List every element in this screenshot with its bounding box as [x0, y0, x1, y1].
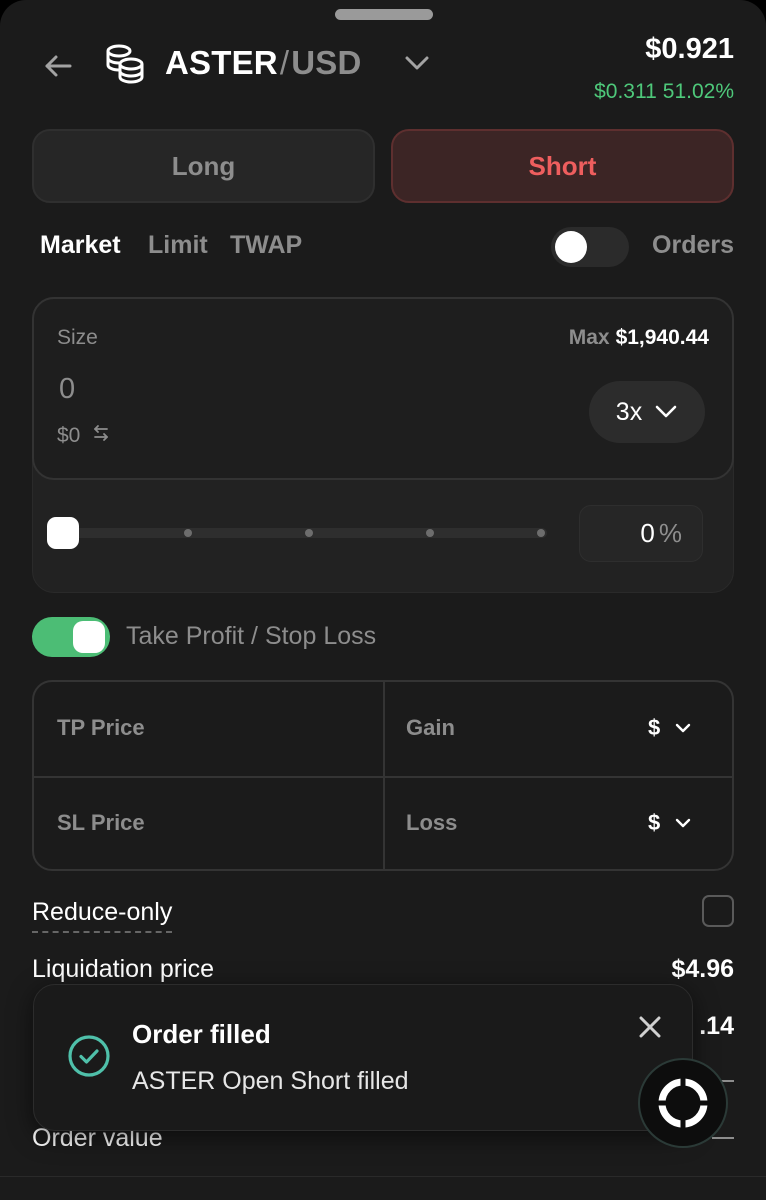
size-percent-input[interactable]: 0%	[579, 505, 703, 562]
gain-unit-selector[interactable]: $	[648, 715, 692, 741]
leverage-value: 3x	[615, 397, 643, 426]
size-input[interactable]: 0	[59, 373, 75, 406]
chevron-down-icon	[676, 818, 691, 828]
grid-divider	[34, 776, 732, 778]
slider-step-dot[interactable]	[426, 529, 434, 537]
price-change-pct: 51.02%	[662, 80, 734, 103]
toast-message: ASTER Open Short filled	[132, 1067, 409, 1095]
loss-unit-selector[interactable]: $	[648, 810, 692, 836]
support-button[interactable]	[638, 1058, 728, 1148]
order-filled-toast[interactable]	[33, 984, 693, 1131]
tp-price-input[interactable]: TP Price	[57, 715, 145, 741]
orders-label: Orders	[652, 231, 734, 259]
tpsl-grid	[32, 680, 734, 871]
tpsl-toggle-knob	[73, 621, 105, 653]
max-label: Max	[568, 326, 610, 349]
size-usd-value[interactable]: $0	[57, 424, 110, 448]
gain-unit: $	[648, 715, 661, 740]
price-change-abs: $0.311	[594, 80, 657, 103]
percent-value: 0	[640, 518, 655, 548]
tpsl-label: Take Profit / Stop Loss	[126, 622, 377, 650]
swap-arrows-icon[interactable]	[92, 424, 110, 448]
gain-input[interactable]: Gain	[406, 715, 455, 741]
coins-stack-icon	[104, 42, 146, 84]
partially-hidden-value: .14	[699, 1012, 734, 1040]
back-arrow-icon[interactable]	[40, 48, 76, 84]
market-pair-selector[interactable]: ASTER/USD	[165, 44, 362, 82]
check-circle-icon	[67, 1034, 111, 1078]
max-value: $1,940.44	[615, 326, 709, 349]
close-icon[interactable]	[636, 1013, 664, 1041]
quote-asset: USD	[291, 44, 362, 81]
sl-price-input[interactable]: SL Price	[57, 810, 145, 836]
loss-unit: $	[648, 810, 661, 835]
base-asset: ASTER	[165, 44, 278, 81]
max-size[interactable]: Max $1,940.44	[569, 326, 709, 350]
tab-limit[interactable]: Limit	[148, 231, 208, 260]
percent-suffix: %	[658, 518, 682, 548]
chevron-down-icon	[655, 405, 677, 418]
tpsl-toggle[interactable]	[32, 617, 110, 657]
size-label: Size	[57, 326, 98, 349]
loss-input[interactable]: Loss	[406, 810, 457, 836]
reduce-only-checkbox[interactable]	[702, 895, 734, 927]
chevron-down-icon	[676, 723, 691, 733]
chevron-down-icon[interactable]	[402, 50, 432, 76]
long-button[interactable]: Long	[32, 129, 375, 203]
orders-toggle-knob	[555, 231, 587, 263]
reduce-only-label[interactable]: Reduce-only	[32, 898, 173, 933]
pair-separator: /	[279, 44, 290, 81]
current-price: $0.921	[645, 33, 734, 65]
leverage-selector[interactable]: 3x	[589, 381, 705, 443]
divider	[0, 1176, 766, 1177]
empty-value-dash	[712, 1137, 734, 1139]
slider-step-dot[interactable]	[305, 529, 313, 537]
price-change: $0.311 51.02%	[594, 80, 734, 104]
sheet-grabber[interactable]	[335, 9, 433, 20]
toast-title: Order filled	[132, 1019, 271, 1049]
slider-step-dot[interactable]	[184, 529, 192, 537]
liquidation-price-label: Liquidation price	[32, 955, 215, 983]
short-button[interactable]: Short	[391, 129, 734, 203]
tab-twap[interactable]: TWAP	[230, 231, 302, 260]
size-usd-text: $0	[57, 424, 81, 447]
ring-icon	[658, 1078, 708, 1128]
liquidation-price-value: $4.96	[671, 955, 734, 983]
orders-toggle[interactable]	[551, 227, 629, 267]
size-slider-handle[interactable]	[47, 517, 79, 549]
slider-step-dot[interactable]	[537, 529, 545, 537]
tab-market[interactable]: Market	[40, 231, 121, 260]
